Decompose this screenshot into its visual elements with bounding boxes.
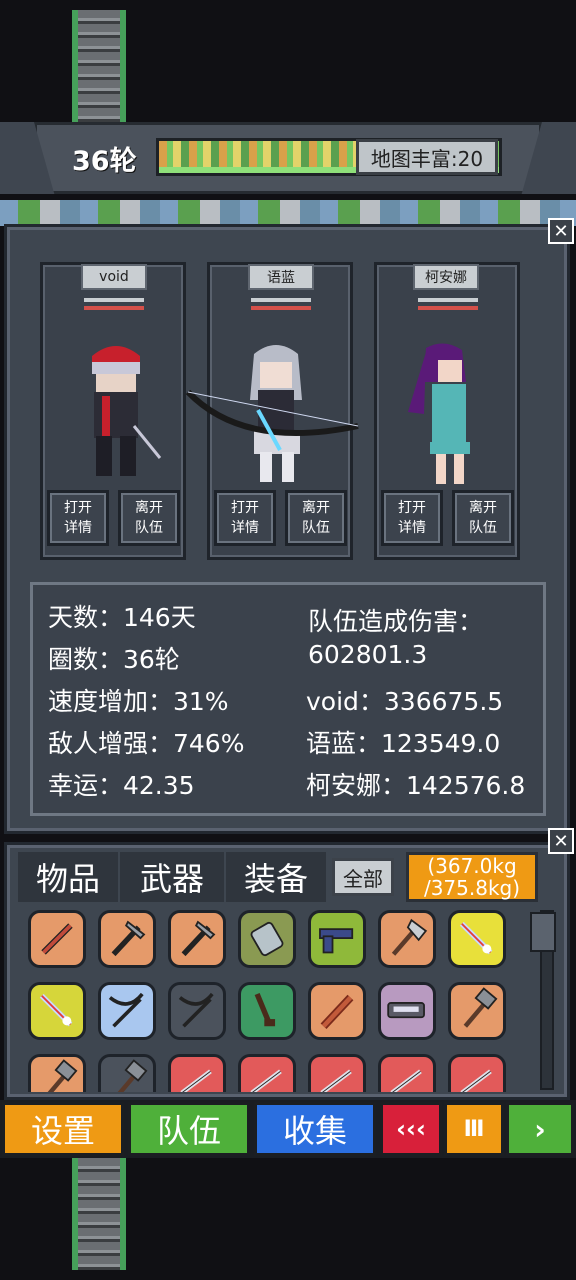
blade-icon — [320, 1069, 352, 1092]
inventory-slot[interactable] — [308, 1054, 366, 1092]
open-details-button[interactable]: 打开 详情 — [381, 490, 443, 546]
blade-icon — [250, 1069, 282, 1092]
blade-icon — [180, 1069, 212, 1092]
character-void-sprite — [92, 346, 162, 476]
axe-icon — [391, 918, 428, 956]
club-icon — [320, 994, 354, 1030]
pistol-icon — [319, 928, 354, 954]
inventory-slot[interactable] — [378, 1054, 436, 1092]
inventory-slot[interactable] — [448, 982, 506, 1040]
open-details-button[interactable]: 打开 详情 — [47, 490, 109, 546]
tab-equipment[interactable]: 装备 — [226, 852, 326, 902]
leave-team-button[interactable]: 离开 队伍 — [285, 490, 347, 546]
play-speed-button[interactable]: › — [506, 1102, 574, 1156]
hammer-icon — [463, 987, 498, 1028]
stat-team-damage-label: 队伍造成伤害： — [308, 607, 484, 636]
rail-track-bottom — [72, 1158, 126, 1270]
crossbow-icon — [178, 992, 214, 1028]
inventory-slot[interactable] — [28, 910, 86, 968]
inventory-slot[interactable] — [168, 982, 226, 1040]
rifle-icon — [254, 992, 276, 1027]
filter-all-button[interactable]: 全部 — [332, 858, 394, 896]
character-keanna-sprite — [408, 343, 470, 484]
inventory-slot[interactable] — [308, 982, 366, 1040]
rewind-button[interactable]: ‹‹‹ — [380, 1102, 442, 1156]
blade-icon — [460, 1069, 492, 1092]
inventory-slot[interactable] — [378, 910, 436, 968]
settings-button[interactable]: 设置 — [2, 1102, 124, 1156]
close-inventory-button[interactable]: ✕ — [548, 828, 574, 854]
inventory-slot[interactable] — [238, 1054, 296, 1092]
stat-laps: 圈数：36轮 — [48, 645, 180, 674]
rail-track-top — [72, 10, 126, 122]
team-button[interactable]: 队伍 — [128, 1102, 250, 1156]
map-richness-label: 地图丰富:20 — [356, 139, 498, 175]
inventory-slot[interactable] — [28, 1054, 86, 1092]
magic-sword-icon — [459, 921, 493, 955]
stat-damage-keanna: 柯安娜：142576.8 — [306, 771, 526, 800]
stat-damage-void: void：336675.5 — [306, 687, 504, 716]
member-mp-bar — [251, 306, 311, 310]
map-strip-decoration — [0, 200, 576, 226]
wrench-icon — [41, 923, 73, 955]
inventory-slot[interactable] — [98, 910, 156, 968]
weight-max: /375.8kg) — [423, 876, 521, 900]
weight-current: (367.0kg — [427, 854, 517, 878]
inventory-scroll-thumb[interactable] — [530, 912, 556, 952]
round-counter: 36轮 — [72, 146, 137, 177]
pickaxe-icon — [181, 920, 216, 957]
weight-indicator: (367.0kg /375.8kg) — [406, 852, 538, 902]
inventory-slot[interactable] — [168, 1054, 226, 1092]
inventory-slot[interactable] — [168, 910, 226, 968]
close-party-panel-button[interactable]: ✕ — [548, 218, 574, 244]
inventory-slot[interactable] — [98, 982, 156, 1040]
member-hp-bar — [251, 298, 311, 302]
inventory-slot[interactable] — [448, 910, 506, 968]
blade-icon — [390, 1069, 422, 1092]
collect-button[interactable]: 收集 — [254, 1102, 376, 1156]
inventory-slot[interactable] — [28, 982, 86, 1040]
inventory-grid — [18, 906, 532, 1092]
member-name: 柯安娜 — [413, 264, 479, 290]
pickaxe-icon — [111, 920, 146, 957]
inventory-slot[interactable] — [238, 982, 296, 1040]
inventory-slot[interactable] — [378, 982, 436, 1040]
magic-sword-icon — [39, 993, 73, 1027]
grenade-icon — [250, 921, 284, 957]
stat-enemy-boost: 敌人增强：746% — [48, 729, 245, 758]
pause-button[interactable]: Ⅲ — [444, 1102, 504, 1156]
stat-damage-yulan: 语蓝：123549.0 — [306, 729, 501, 758]
member-hp-bar — [418, 298, 478, 302]
leave-team-button[interactable]: 离开 队伍 — [118, 490, 180, 546]
member-hp-bar — [84, 298, 144, 302]
inventory-slot[interactable] — [98, 1054, 156, 1092]
hammer-icon — [47, 1059, 78, 1092]
leave-team-button[interactable]: 离开 队伍 — [452, 490, 514, 546]
hammer-icon — [117, 1059, 148, 1092]
inventory-slot[interactable] — [238, 910, 296, 968]
inventory-slot[interactable] — [308, 910, 366, 968]
stat-days: 天数：146天 — [48, 603, 196, 632]
member-name: void — [81, 264, 147, 290]
character-yulan-sprite — [185, 345, 359, 482]
member-mp-bar — [84, 306, 144, 310]
stat-speed: 速度增加：31% — [48, 687, 229, 716]
stat-team-damage-value: 602801.3 — [308, 640, 428, 669]
shotgun-icon — [387, 1002, 425, 1019]
stat-luck: 幸运：42.35 — [48, 771, 195, 800]
member-name: 语蓝 — [248, 264, 314, 290]
tab-weapons[interactable]: 武器 — [120, 852, 224, 902]
inventory-slot[interactable] — [448, 1054, 506, 1092]
tab-items[interactable]: 物品 — [18, 852, 118, 902]
crossbow-icon — [108, 992, 144, 1028]
open-details-button[interactable]: 打开 详情 — [214, 490, 276, 546]
member-mp-bar — [418, 306, 478, 310]
